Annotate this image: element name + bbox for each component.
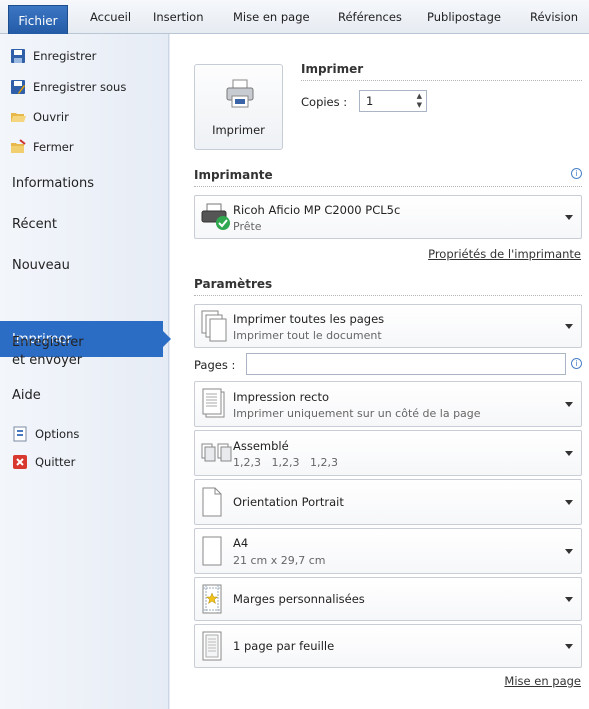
collated-icon xyxy=(201,443,232,462)
print-section-title: Imprimer xyxy=(301,62,364,76)
info-icon[interactable]: i xyxy=(571,358,582,369)
tab-accueil[interactable]: Accueil xyxy=(90,10,131,24)
close-folder-icon xyxy=(10,139,26,155)
chevron-down-icon xyxy=(565,324,573,329)
ribbon-tabs: Fichier Accueil Insertion Mise en page R… xyxy=(0,0,589,35)
print-range-dropdown[interactable]: Imprimer toutes les pages Imprimer tout … xyxy=(194,304,582,348)
print-sides-main: Impression recto xyxy=(233,390,330,404)
tab-publipostage[interactable]: Publipostage xyxy=(427,10,501,24)
menu-quit-label: Quitter xyxy=(35,455,76,469)
chevron-down-icon xyxy=(565,500,573,505)
paper-size-main: A4 xyxy=(233,536,249,550)
print-range-sub: Imprimer tout le document xyxy=(233,329,382,342)
pages-input[interactable] xyxy=(246,353,566,375)
orientation-label: Orientation Portrait xyxy=(233,495,344,509)
paper-size-sub: 21 cm x 29,7 cm xyxy=(233,554,326,567)
print-sides-dropdown[interactable]: Impression recto Imprimer uniquement sur… xyxy=(194,381,582,427)
menu-close[interactable]: Fermer xyxy=(10,137,74,157)
menu-recent[interactable]: Récent xyxy=(12,217,57,232)
print-sides-sub: Imprimer uniquement sur un côté de la pa… xyxy=(233,407,481,420)
printer-name: Ricoh Aficio MP C2000 PCL5c xyxy=(233,203,401,217)
tab-insertion[interactable]: Insertion xyxy=(153,10,204,24)
chevron-down-icon xyxy=(565,215,573,220)
collate-dropdown[interactable]: Assemblé 1,2,3 1,2,3 1,2,3 xyxy=(194,430,582,476)
menu-informations[interactable]: Informations xyxy=(12,176,94,191)
pages-icon xyxy=(201,310,227,342)
menu-options[interactable]: Options xyxy=(12,424,79,444)
print-panel: Imprimer Imprimer Copies : 1 ▲ ▼ Imprima… xyxy=(170,34,589,709)
save-icon xyxy=(10,48,26,64)
menu-nouveau[interactable]: Nouveau xyxy=(12,258,70,273)
chevron-down-icon[interactable]: ▼ xyxy=(417,101,422,109)
divider xyxy=(194,295,582,296)
menu-quit[interactable]: Quitter xyxy=(12,452,75,472)
paper-icon xyxy=(202,536,222,566)
print-range-main: Imprimer toutes les pages xyxy=(233,312,385,326)
menu-options-label: Options xyxy=(35,427,80,441)
custom-margins-icon xyxy=(202,584,222,614)
copies-label: Copies : xyxy=(301,95,348,109)
chevron-down-icon xyxy=(565,549,573,554)
menu-save[interactable]: Enregistrer xyxy=(10,46,96,66)
menu-save-as-label: Enregistrer sous xyxy=(33,80,127,94)
print-button[interactable]: Imprimer xyxy=(194,64,283,150)
divider xyxy=(194,186,582,187)
quit-icon xyxy=(12,454,28,470)
margins-label: Marges personnalisées xyxy=(233,592,365,606)
save-as-icon xyxy=(10,79,26,95)
paper-size-dropdown[interactable]: A4 21 cm x 29,7 cm xyxy=(194,528,582,574)
printer-status-icon xyxy=(201,203,230,230)
printer-dropdown[interactable]: Ricoh Aficio MP C2000 PCL5c Prête xyxy=(194,195,582,239)
backstage-menu: Enregistrer Enregistrer sous Ouvrir Ferm… xyxy=(0,34,171,709)
page-setup-link[interactable]: Mise en page xyxy=(504,674,581,688)
tab-mise-en-page[interactable]: Mise en page xyxy=(233,10,310,24)
menu-send-line2: et envoyer xyxy=(12,353,83,368)
chevron-down-icon xyxy=(565,451,573,456)
chevron-down-icon xyxy=(565,402,573,407)
one-sided-icon xyxy=(202,388,225,418)
copies-stepper[interactable]: 1 ▲ ▼ xyxy=(359,90,427,112)
menu-aide[interactable]: Aide xyxy=(12,388,41,403)
orientation-dropdown[interactable]: Orientation Portrait xyxy=(194,479,582,525)
menu-save-label: Enregistrer xyxy=(33,49,97,63)
chevron-down-icon xyxy=(565,597,573,602)
divider xyxy=(301,80,582,81)
collate-main: Assemblé xyxy=(233,439,289,453)
printer-status: Prête xyxy=(233,220,262,233)
menu-enregistrer-envoyer[interactable]: Enregistrer et envoyer xyxy=(12,334,84,370)
menu-close-label: Fermer xyxy=(33,140,74,154)
copies-value: 1 xyxy=(366,94,374,108)
options-icon xyxy=(12,426,28,442)
pages-label: Pages : xyxy=(194,358,236,372)
menu-save-as[interactable]: Enregistrer sous xyxy=(10,77,126,97)
open-folder-icon xyxy=(10,109,26,125)
tab-references[interactable]: Références xyxy=(338,10,402,24)
page-per-sheet-icon xyxy=(202,631,222,661)
pages-per-sheet-label: 1 page par feuille xyxy=(233,639,335,653)
chevron-up-icon[interactable]: ▲ xyxy=(417,92,422,100)
printer-icon xyxy=(226,79,254,108)
menu-open-label: Ouvrir xyxy=(33,110,69,124)
menu-open[interactable]: Ouvrir xyxy=(10,107,69,127)
menu-divider xyxy=(168,34,169,709)
pages-per-sheet-dropdown[interactable]: 1 page par feuille xyxy=(194,624,582,668)
tab-fichier[interactable]: Fichier xyxy=(8,5,68,35)
settings-section-title: Paramètres xyxy=(194,277,273,291)
print-button-label: Imprimer xyxy=(212,123,265,137)
collate-sub: 1,2,3 1,2,3 1,2,3 xyxy=(233,456,338,469)
menu-send-line1: Enregistrer xyxy=(12,335,84,350)
printer-properties-link[interactable]: Propriétés de l'imprimante xyxy=(428,247,581,261)
portrait-icon xyxy=(202,487,222,517)
printer-section-title: Imprimante xyxy=(194,168,273,182)
margins-dropdown[interactable]: Marges personnalisées xyxy=(194,577,582,621)
tab-revision[interactable]: Révision xyxy=(530,10,578,24)
chevron-down-icon xyxy=(565,644,573,649)
info-icon[interactable]: i xyxy=(571,168,582,179)
